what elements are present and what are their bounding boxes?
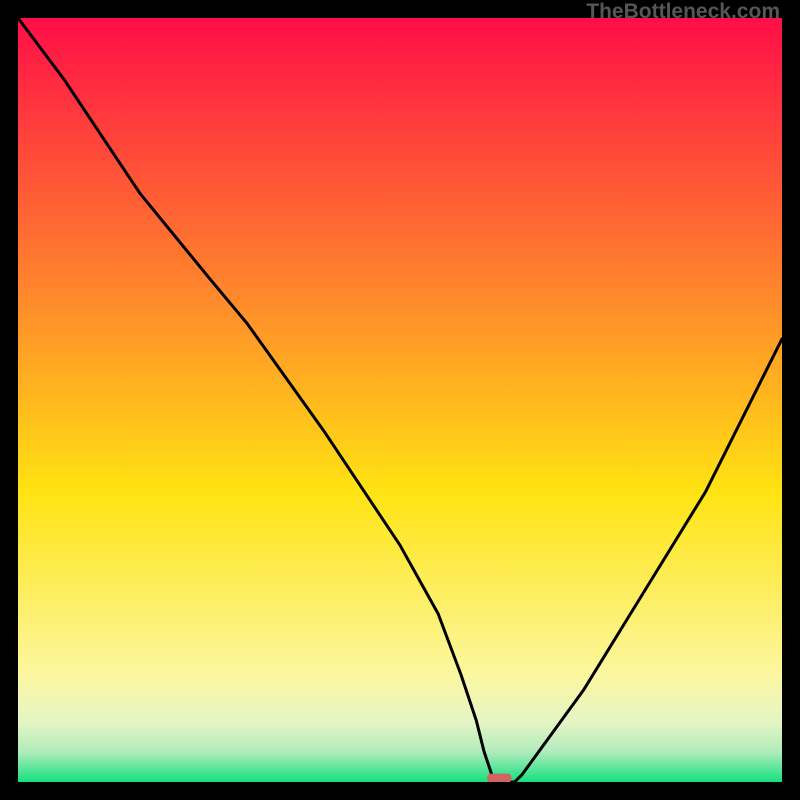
chart-optimum-marker [487, 774, 511, 782]
chart-background-gradient [18, 18, 782, 782]
chart-plot-area [18, 18, 782, 782]
attribution-text: TheBottleneck.com [586, 0, 780, 24]
chart-svg [18, 18, 782, 782]
chart-frame: TheBottleneck.com [0, 0, 800, 800]
